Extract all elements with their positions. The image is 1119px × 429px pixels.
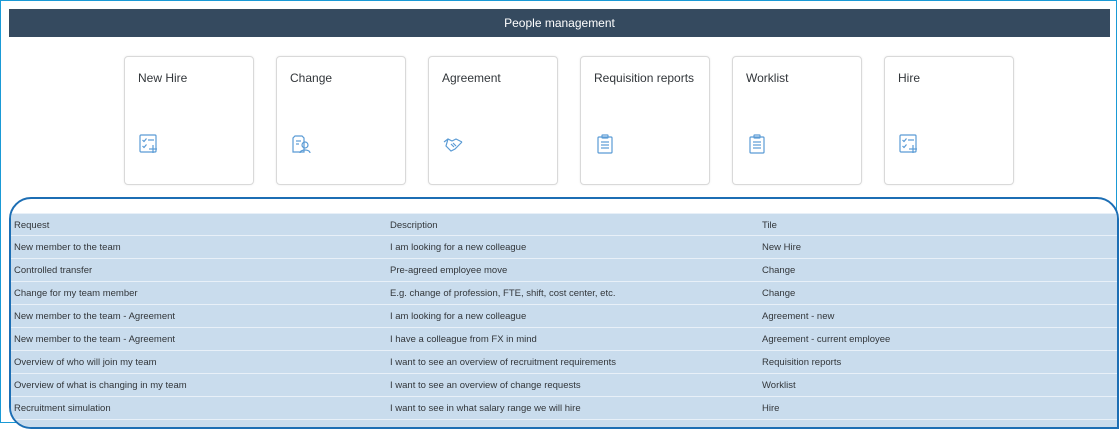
tile-change[interactable]: Change [276,56,406,185]
request-cell: New member to the team - Agreement [14,311,176,322]
clipboard-icon [749,134,765,154]
tile-requisition-reports[interactable]: Requisition reports [580,56,710,185]
tile-title: New Hire [138,71,188,85]
add-checklist-icon [139,134,157,153]
tile-title: Agreement [442,71,501,85]
tile-agreement[interactable]: Agreement [428,56,558,185]
tile-new-hire[interactable]: New Hire [124,56,254,185]
tile-group: New Hire Change Agreement Requisition re… [124,56,1014,185]
table-row[interactable]: New member to the team - Agreement I am … [11,305,1117,328]
table-row[interactable]: Controlled transfer Pre-agreed employee … [11,259,1117,282]
request-cell: Overview of what is changing in my team [14,380,187,391]
tile-cell: Agreement - new [762,311,835,322]
clipboard-icon [597,134,613,154]
tile-cell: Agreement - current employee [762,334,891,345]
table-row[interactable]: Overview of who will join my team I want… [11,351,1117,374]
tile-hire[interactable]: Hire [884,56,1014,185]
table-row[interactable]: New member to the team I am looking for … [11,236,1117,259]
employee-lookup-icon [292,135,311,154]
table-row[interactable]: Change for my team member E.g. change of… [11,282,1117,305]
description-cell: I am looking for a new colleague [390,311,527,322]
tile-cell: Change [762,288,796,299]
description-cell: E.g. change of profession, FTE, shift, c… [390,288,616,299]
request-cell: Recruitment simulation [14,403,111,414]
tile-title: Worklist [746,71,789,85]
table-row[interactable]: Recruitment simulation I want to see in … [11,397,1117,420]
column-header-request: Request [14,220,50,231]
add-checklist-icon [899,134,917,153]
description-cell: I have a colleague from FX in mind [390,334,537,345]
request-cell: New member to the team [14,242,121,253]
request-cell: Overview of who will join my team [14,357,157,368]
description-cell: I want to see in what salary range we wi… [390,403,581,414]
description-cell: I want to see an overview of change requ… [390,380,581,391]
column-header-tile: Tile [762,220,777,231]
page-title: People management [504,16,615,30]
tile-cell: Change [762,265,796,276]
description-cell: I am looking for a new colleague [390,242,527,253]
tile-title: Requisition reports [594,71,695,85]
table-body: Request Description Tile New member to t… [11,213,1117,427]
shell-header: People management [9,9,1110,37]
tile-cell: New Hire [762,242,802,253]
tile-cell: Requisition reports [762,357,842,368]
request-cell: New member to the team - Agreement [14,334,176,345]
request-cell: Controlled transfer [14,265,93,276]
table-row[interactable]: Overview of what is changing in my team … [11,374,1117,397]
table-header-row: Request Description Tile [11,213,1117,236]
column-header-description: Description [390,220,438,231]
tile-cell: Worklist [762,380,796,391]
tile-worklist[interactable]: Worklist [732,56,862,185]
handshake-icon [443,138,463,152]
description-cell: Pre-agreed employee move [390,265,508,276]
request-table: Request Description Tile New member to t… [9,197,1119,429]
tile-title: Hire [898,71,921,85]
description-cell: I want to see an overview of recruitment… [390,357,616,368]
tile-cell: Hire [762,403,780,414]
table-row[interactable]: New member to the team - Agreement I hav… [11,328,1117,351]
request-cell: Change for my team member [14,288,138,299]
tile-title: Change [290,71,333,85]
